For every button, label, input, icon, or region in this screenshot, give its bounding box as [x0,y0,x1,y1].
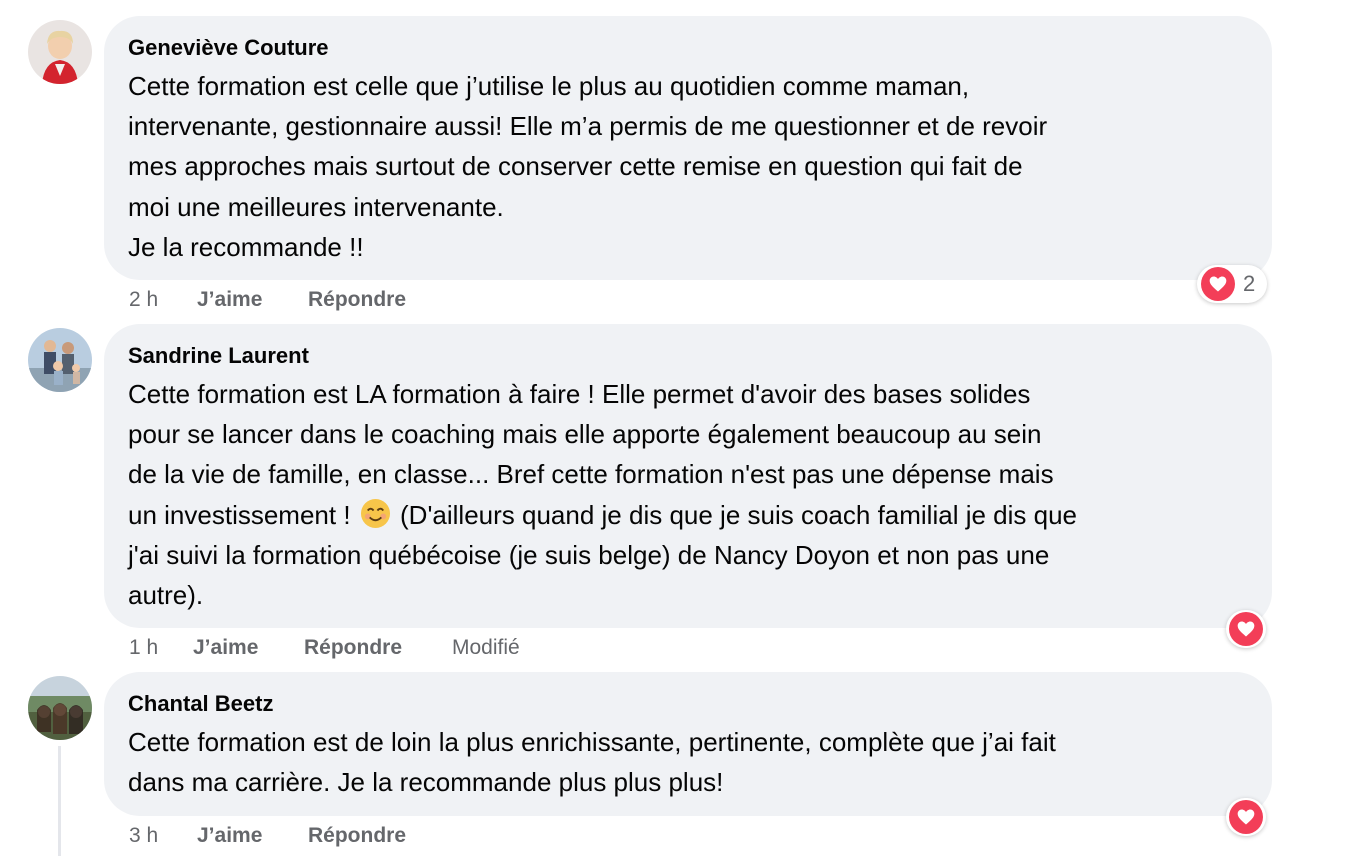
like-button[interactable]: J’aime [193,635,258,661]
heart-icon [1229,800,1263,834]
comment-timestamp[interactable]: 3 h [129,823,158,849]
like-button[interactable]: J’aime [197,287,262,313]
reaction-summary[interactable] [1226,798,1266,836]
comment-author[interactable]: Chantal Beetz [128,692,273,716]
reply-button[interactable]: Répondre [304,635,402,661]
comment-timestamp[interactable]: 2 h [129,287,158,313]
avatar[interactable] [28,20,92,84]
heart-icon [1229,612,1263,646]
comment-bubble: Sandrine Laurent Cette formation est LA … [104,324,1272,628]
comment-timestamp[interactable]: 1 h [129,635,158,661]
comment-text: Cette formation est LA formation à faire… [128,374,1253,615]
comment-author[interactable]: Geneviève Couture [128,36,329,60]
heart-icon [1201,267,1235,301]
avatar[interactable] [28,328,92,392]
reply-thread-line [58,746,61,856]
comment-text: Cette formation est de loin la plus enri… [128,727,1056,798]
comment-bubble: Chantal Beetz Cette formation est de loi… [104,672,1272,816]
reaction-summary[interactable]: 2 [1197,265,1268,303]
comment-author[interactable]: Sandrine Laurent [128,344,309,368]
like-button[interactable]: J’aime [197,823,262,849]
comment-text: Cette formation est celle que j’utilise … [128,71,1048,262]
comment-bubble: Geneviève Couture Cette formation est ce… [104,16,1272,280]
reaction-count: 2 [1243,271,1256,296]
reply-button[interactable]: Répondre [308,287,406,313]
reaction-summary[interactable] [1226,610,1266,648]
reply-button[interactable]: Répondre [308,823,406,849]
avatar[interactable] [28,676,92,740]
edited-label: Modifié [452,636,520,659]
smiling-face-emoji [360,498,390,528]
